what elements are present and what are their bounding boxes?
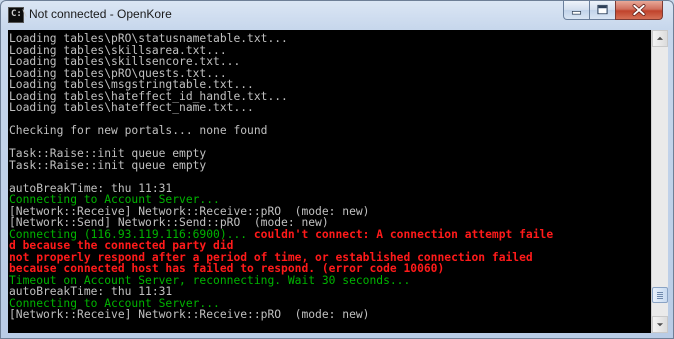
- scroll-up-button[interactable]: [652, 30, 668, 47]
- console-text: couldn't connect: A connection attempt f…: [253, 227, 554, 241]
- console-icon-text: C:\: [11, 9, 28, 19]
- console-line: Task::Raise::init queue empty: [9, 158, 553, 172]
- vertical-scrollbar[interactable]: [651, 30, 668, 333]
- console-text: Checking for new portals... none found: [9, 124, 268, 137]
- arrow-down-icon: [656, 323, 664, 327]
- console-text: Task::Raise::init queue empty: [9, 158, 207, 172]
- minimize-icon: [571, 11, 582, 15]
- grip-line: [657, 294, 663, 295]
- console-line: [Network::Receive] Network::Receive::pRO…: [9, 309, 553, 321]
- close-icon: [632, 4, 646, 16]
- grip-line: [657, 296, 663, 297]
- grip-line: [657, 292, 663, 293]
- console-line: Loading tables\hateffect_name.txt...: [9, 102, 553, 114]
- scroll-down-button[interactable]: [652, 316, 668, 333]
- console-lines: Loading tables\pRO\statusnametable.txt..…: [9, 33, 553, 321]
- window-title: Not connected - OpenKore: [29, 7, 172, 21]
- console-output[interactable]: Loading tables\pRO\statusnametable.txt..…: [8, 30, 651, 333]
- title-bar[interactable]: C:\ Not connected - OpenKore: [1, 1, 673, 29]
- console-text: [Network::Receive] Network::Receive::pRO…: [9, 308, 370, 321]
- console-line: Checking for new portals... none found: [9, 125, 553, 137]
- maximize-button[interactable]: [589, 1, 616, 20]
- maximize-icon: [597, 4, 608, 15]
- grip-line: [657, 298, 663, 299]
- minimize-button[interactable]: [563, 1, 590, 20]
- scrollbar-thumb[interactable]: [652, 287, 668, 303]
- openkore-window: C:\ Not connected - OpenKore Loading tab…: [0, 0, 674, 339]
- close-button[interactable]: [615, 1, 663, 20]
- console-icon[interactable]: C:\: [8, 7, 28, 23]
- console-text: Loading tables\hateffect_name.txt...: [9, 101, 254, 114]
- arrow-up-icon: [656, 36, 664, 40]
